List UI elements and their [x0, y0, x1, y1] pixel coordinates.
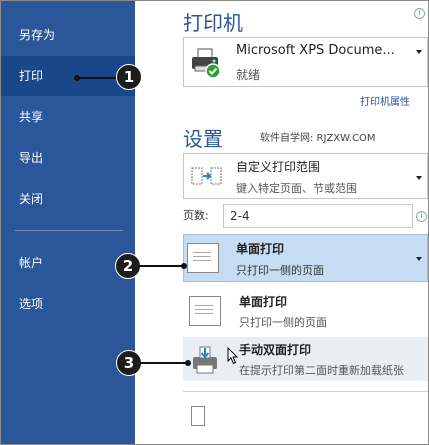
printer-icon	[192, 48, 221, 79]
printer-status: 就绪	[236, 68, 261, 82]
print-range-description: 键入特定页面、节或范围	[236, 182, 357, 195]
print-range-dropdown[interactable]: 自定义打印范围 键入特定页面、节或范围	[183, 153, 428, 199]
print-sides-label: 单面打印	[236, 242, 285, 256]
callout-pointer	[181, 263, 187, 269]
nav-divider	[15, 230, 123, 231]
pages-input[interactable]: 2-4	[223, 204, 413, 228]
print-sides-dropdown[interactable]: 单面打印 只打印一侧的页面	[183, 234, 428, 282]
watermark-text: 软件自学网: RJZXW.COM	[260, 133, 376, 144]
backstage-sidebar: 另存为 打印 共享 导出 关闭 帐户 选项	[1, 1, 135, 444]
info-icon[interactable]: i	[416, 211, 427, 222]
nav-export[interactable]: 导出	[1, 138, 135, 178]
printer-dropdown[interactable]: Microsoft XPS Docume... 就绪	[183, 37, 428, 87]
printer-name: Microsoft XPS Docume...	[236, 43, 395, 58]
option-manual-duplex-description: 在提示打印第二面时重新加载纸张	[239, 364, 404, 377]
manual-duplex-icon	[193, 346, 217, 374]
one-sided-page-icon	[187, 243, 219, 273]
print-panel: 打印机 i Microsoft XPS Docume... 就绪 打印机属性 设…	[135, 1, 428, 444]
printer-properties-link[interactable]: 打印机属性	[360, 93, 410, 108]
nav-save-as[interactable]: 另存为	[1, 15, 135, 55]
option-manual-duplex[interactable]: 手动双面打印 在提示打印第二面时重新加载纸张	[183, 337, 428, 381]
callout-line	[140, 362, 187, 364]
one-sided-page-icon	[189, 296, 221, 326]
callout-line	[139, 265, 183, 267]
nav-print[interactable]: 打印	[1, 56, 135, 96]
callout-pointer	[185, 360, 191, 366]
print-sides-description: 只打印一侧的页面	[236, 264, 324, 277]
page-preview-strip	[183, 391, 428, 444]
chevron-down-icon	[416, 176, 422, 180]
mouse-cursor-icon	[227, 347, 239, 365]
print-range-label: 自定义打印范围	[236, 160, 321, 174]
option-manual-duplex-label: 手动双面打印	[239, 343, 312, 357]
chevron-down-icon	[416, 257, 422, 261]
nav-share[interactable]: 共享	[1, 97, 135, 137]
info-icon[interactable]: i	[414, 8, 425, 19]
settings-section-title: 设置	[183, 127, 223, 151]
pages-label: 页数:	[183, 209, 209, 222]
callout-badge: 2	[115, 253, 141, 279]
option-one-sided-label: 单面打印	[239, 295, 288, 309]
custom-range-icon	[191, 167, 222, 185]
page-icon	[191, 406, 205, 426]
printer-section-title: 打印机	[183, 11, 243, 35]
option-one-sided[interactable]: 单面打印 只打印一侧的页面	[183, 289, 428, 333]
chevron-down-icon	[416, 50, 422, 54]
option-one-sided-description: 只打印一侧的页面	[239, 316, 327, 329]
callout-badge: 1	[116, 64, 142, 90]
nav-close[interactable]: 关闭	[1, 179, 135, 219]
print-backstage-window: 另存为 打印 共享 导出 关闭 帐户 选项 打印机 i Microsoft XP…	[0, 0, 429, 445]
callout-line	[78, 77, 120, 79]
callout-badge: 3	[116, 350, 142, 376]
nav-options[interactable]: 选项	[1, 284, 135, 324]
